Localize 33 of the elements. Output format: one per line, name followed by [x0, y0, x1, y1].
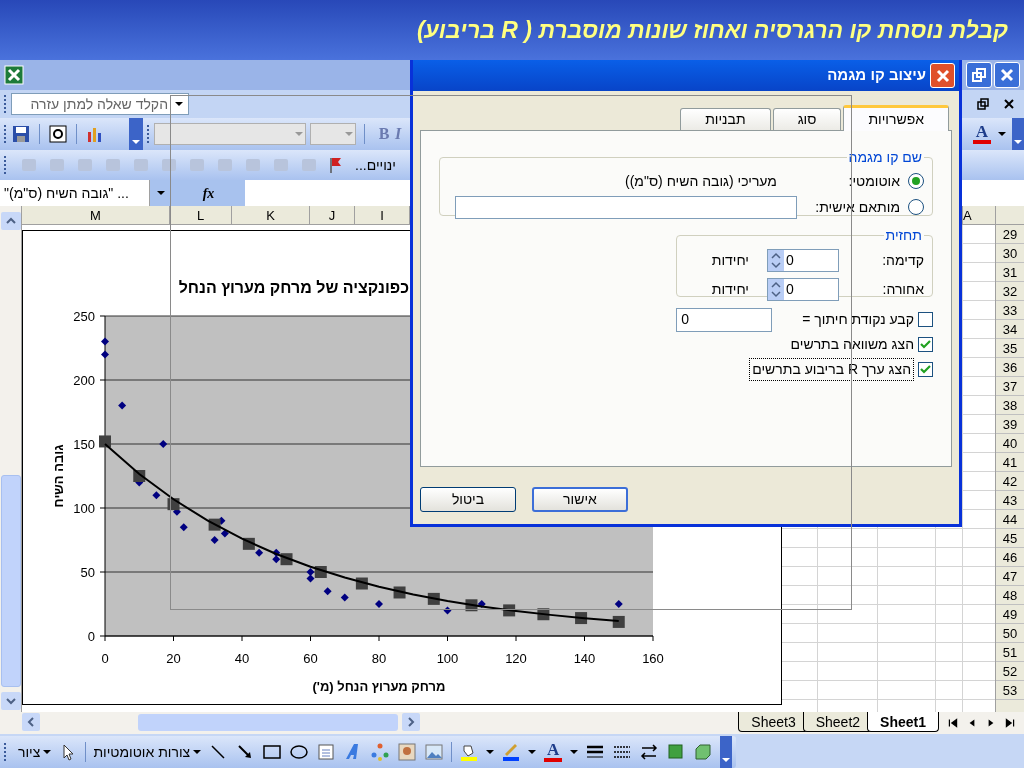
group-legend: שם קו מגמה [846, 147, 924, 168]
automatic-name: מעריכי (גובה השיח (ס"מ)) [625, 171, 777, 191]
y-tick-label: 50 [80, 565, 95, 580]
y-tick-label: 100 [73, 501, 95, 516]
spin-value: 0 [786, 280, 794, 299]
radio-label: מותאם אישית: [814, 197, 900, 217]
y-tick-label: 200 [73, 373, 95, 388]
forecast-label: קדימה: [881, 251, 924, 270]
y-tick-label: 250 [73, 309, 95, 324]
x-tick-label: 160 [642, 651, 664, 666]
group-legend: תחזית [883, 225, 924, 246]
y-tick-label: 150 [73, 437, 95, 452]
x-tick-label: 120 [505, 651, 527, 666]
x-tick-label: 60 [303, 651, 318, 666]
y-tick-label: 0 [87, 629, 95, 644]
x-tick-label: 100 [436, 651, 459, 666]
x-tick-label: 40 [234, 651, 250, 666]
x-tick-label: 20 [166, 651, 181, 666]
x-tick-label: 80 [371, 651, 387, 666]
x-tick-label: 0 [101, 651, 109, 666]
x-axis-title: מרחק מערוץ הנחל (מ') [312, 679, 446, 694]
radio-label: אוטומטי: [847, 171, 900, 191]
checkbox-label: הצג משוואה בתרשים [790, 335, 914, 354]
spin-value: 0 [786, 251, 794, 270]
unit-label: יחידות [711, 251, 749, 270]
dialog-title: עיצוב קו מגמה [827, 65, 926, 86]
forecast-label: אחורה: [881, 280, 924, 299]
unit-label: יחידות [711, 280, 749, 299]
x-tick-label: 140 [573, 651, 596, 666]
y-axis-title: גובה השיח [51, 444, 66, 508]
checkbox-label: קבע נקודת חיתוך = [802, 310, 914, 329]
chart-title: כפונקציה של מרחק מערוץ הנחל [178, 279, 409, 296]
slide-title: קבלת נוסחת קו הרגרסיה ואחוז שונות מוסברת ( R בריבוע) [416, 15, 1008, 45]
